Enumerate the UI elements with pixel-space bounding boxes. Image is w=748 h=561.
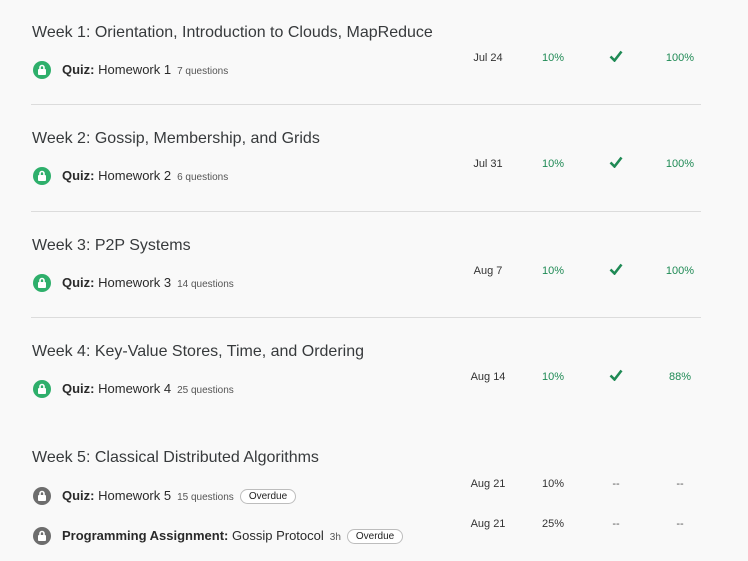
- check-icon: [596, 369, 636, 384]
- grade: 100%: [665, 158, 695, 170]
- item-meta: 6 questions: [177, 172, 229, 183]
- week-title: Week 1: Orientation, Introduction to Clo…: [32, 24, 433, 41]
- check-icon: [596, 156, 636, 171]
- lock-icon: [33, 61, 51, 79]
- check-icon: [596, 263, 636, 278]
- item-name: Homework 2: [98, 168, 172, 183]
- weight: 10%: [541, 158, 565, 170]
- check-icon: [596, 50, 636, 65]
- item-name: Gossip Protocol: [232, 528, 324, 543]
- overdue-badge: Overdue: [239, 489, 297, 504]
- lock-icon: [33, 167, 51, 185]
- divider: [31, 317, 701, 318]
- due-date: Aug 14: [470, 371, 506, 383]
- grade: --: [676, 478, 684, 490]
- weight: 10%: [541, 478, 565, 490]
- week-title: Week 2: Gossip, Membership, and Grids: [32, 130, 320, 147]
- week-title: Week 4: Key-Value Stores, Time, and Orde…: [32, 343, 365, 360]
- item-link[interactable]: Quiz: Homework 3 14 questions: [62, 275, 234, 290]
- lock-icon: [33, 487, 51, 505]
- item-kind: Programming Assignment:: [62, 528, 229, 543]
- week-title: Week 5: Classical Distributed Algorithms: [32, 449, 319, 466]
- item-kind: Quiz:: [62, 488, 95, 503]
- divider: [31, 211, 701, 212]
- due-date: Aug 21: [470, 518, 506, 530]
- grade: 88%: [668, 371, 692, 383]
- due-date: Jul 31: [473, 158, 503, 170]
- item-kind: Quiz:: [62, 168, 95, 183]
- grade: --: [676, 518, 684, 530]
- weight: 10%: [541, 52, 565, 64]
- item-meta: 3h: [329, 532, 341, 543]
- item-meta: 7 questions: [177, 66, 229, 77]
- item-name: Homework 5: [98, 488, 172, 503]
- item-link[interactable]: Quiz: Homework 4 25 questions: [62, 381, 234, 396]
- due-date: Jul 24: [473, 52, 503, 64]
- lock-icon: [33, 527, 51, 545]
- item-link[interactable]: Quiz: Homework 2 6 questions: [62, 168, 228, 183]
- item-link[interactable]: Programming Assignment: Gossip Protocol 3…: [62, 528, 404, 544]
- item-kind: Quiz:: [62, 62, 95, 77]
- weight: 10%: [541, 265, 565, 277]
- lock-icon: [33, 274, 51, 292]
- item-meta: 15 questions: [177, 492, 234, 503]
- due-date: Aug 21: [470, 478, 506, 490]
- overdue-badge: Overdue: [346, 529, 404, 544]
- weight: 25%: [541, 518, 565, 530]
- due-date: Aug 7: [473, 265, 503, 277]
- weight: 10%: [541, 371, 565, 383]
- item-name: Homework 4: [98, 381, 172, 396]
- item-meta: 25 questions: [177, 385, 234, 396]
- divider: [31, 104, 701, 105]
- status: --: [612, 518, 620, 530]
- status: --: [612, 478, 620, 490]
- item-name: Homework 1: [98, 62, 172, 77]
- item-kind: Quiz:: [62, 275, 95, 290]
- grade: 100%: [665, 265, 695, 277]
- item-link[interactable]: Quiz: Homework 1 7 questions: [62, 62, 228, 77]
- grade: 100%: [665, 52, 695, 64]
- item-link[interactable]: Quiz: Homework 5 15 questions Overdue: [62, 488, 297, 504]
- week-title: Week 3: P2P Systems: [32, 237, 191, 254]
- item-name: Homework 3: [98, 275, 172, 290]
- item-meta: 14 questions: [177, 279, 234, 290]
- lock-icon: [33, 380, 51, 398]
- item-kind: Quiz:: [62, 381, 95, 396]
